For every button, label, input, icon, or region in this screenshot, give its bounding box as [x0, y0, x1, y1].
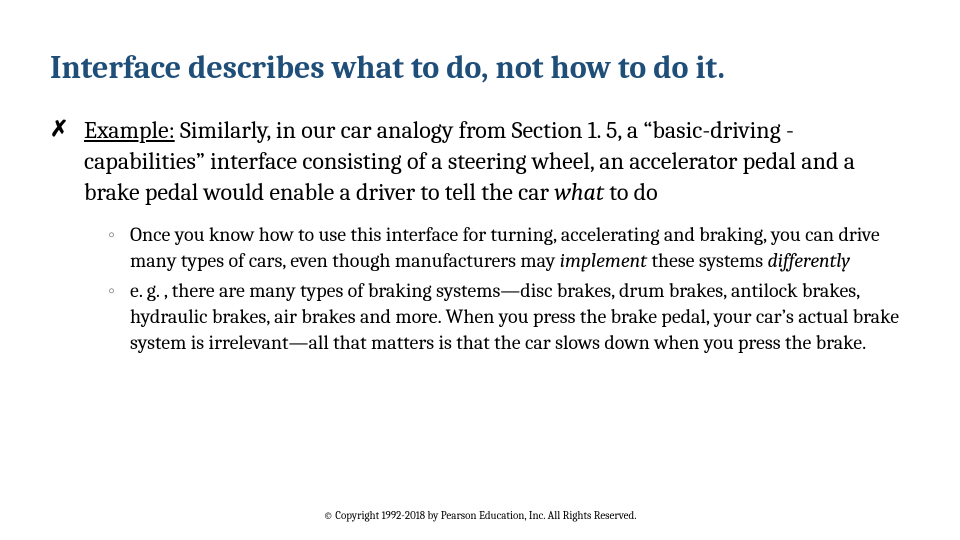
sub-bullet-marker-icon: ◦ [108, 222, 130, 248]
copyright-footer: © Copyright 1992-2018 by Pearson Educati… [0, 509, 960, 522]
sub-bullet-list: ◦ Once you know how to use this interfac… [108, 222, 910, 356]
sub-bullet: ◦ Once you know how to use this interfac… [108, 222, 910, 274]
sub-text-it2: differently [768, 249, 851, 272]
sub-bullet-marker-icon: ◦ [108, 278, 130, 304]
sub-bullet-content: e. g. , there are many types of braking … [130, 278, 910, 356]
slide-title: Interface describes what to do, not how … [50, 50, 910, 87]
bullet-text-a: Similarly, in our car analogy from Secti… [84, 116, 855, 206]
bullet-content: Example: Similarly, in our car analogy f… [84, 115, 910, 209]
bullet-marker-icon: ✗ [50, 115, 84, 144]
bullet-text-b: to do [604, 178, 658, 206]
sub-text-pre: e. g. , there are many types of braking … [130, 279, 899, 354]
sub-bullet: ◦ e. g. , there are many types of brakin… [108, 278, 910, 356]
sub-text-mid: these systems [647, 249, 767, 272]
bullet-italic-a: what [554, 178, 604, 206]
sub-bullet-content: Once you know how to use this interface … [130, 222, 910, 274]
slide: Interface describes what to do, not how … [0, 0, 960, 540]
sub-text-it1: implement [560, 249, 647, 272]
example-label: Example: [84, 116, 175, 144]
bullet-level-1: ✗ Example: Similarly, in our car analogy… [50, 115, 910, 209]
